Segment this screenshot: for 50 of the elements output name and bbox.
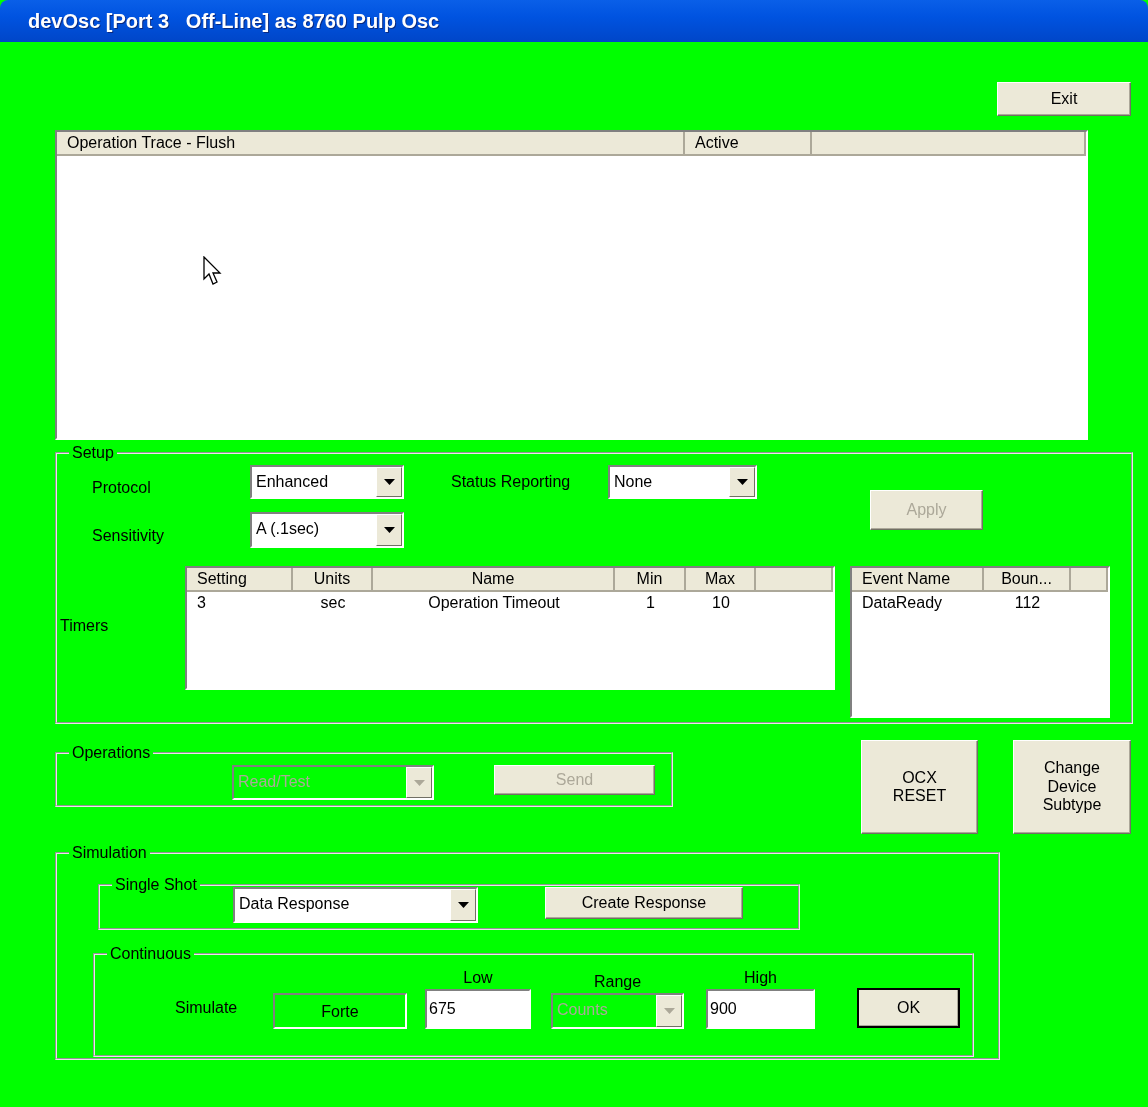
caret-icon bbox=[663, 1008, 675, 1015]
input-field[interactable]: 900 bbox=[706, 989, 815, 1030]
column-header[interactable]: Event Name bbox=[852, 568, 984, 592]
caret-icon bbox=[383, 527, 395, 533]
column-header[interactable]: Units bbox=[293, 568, 373, 592]
caret-icon bbox=[457, 902, 469, 908]
dropdown[interactable]: A (.1sec) bbox=[250, 512, 404, 548]
caret-icon bbox=[383, 479, 395, 485]
column-header[interactable]: Active bbox=[685, 132, 812, 156]
button[interactable]: Create Response bbox=[545, 887, 743, 919]
table-cell: 1 bbox=[646, 594, 655, 611]
table-cell: 10 bbox=[712, 594, 730, 611]
column-header[interactable]: Min bbox=[615, 568, 686, 592]
cursor-icon bbox=[203, 256, 223, 286]
column-header[interactable]: Boun... bbox=[984, 568, 1071, 592]
button[interactable]: Change Device Subtype bbox=[1013, 740, 1131, 834]
field-label: High bbox=[744, 968, 777, 988]
caret-icon bbox=[736, 479, 748, 485]
caret-icon bbox=[413, 779, 425, 786]
group-label: Setup bbox=[69, 443, 117, 463]
table-cell: 3 bbox=[197, 594, 206, 611]
table-cell: 112 bbox=[1014, 594, 1041, 611]
column-header[interactable]: Name bbox=[373, 568, 615, 592]
column-header[interactable]: Operation Trace - Flush bbox=[57, 132, 685, 156]
input-field[interactable]: 675 bbox=[425, 989, 531, 1030]
value-display: Forte bbox=[273, 993, 407, 1030]
column-header[interactable] bbox=[812, 132, 1086, 156]
button[interactable]: Exit bbox=[997, 82, 1131, 116]
field-label: Simulate bbox=[175, 998, 239, 1018]
dropdown[interactable]: Enhanced bbox=[250, 465, 404, 499]
button[interactable]: OCX RESET bbox=[861, 740, 978, 834]
field-label: Status Reporting bbox=[451, 472, 572, 492]
column-header[interactable] bbox=[1071, 568, 1108, 592]
column-header[interactable] bbox=[756, 568, 833, 592]
table-cell: Operation Timeout bbox=[428, 594, 560, 611]
dropdown[interactable]: Data Response bbox=[233, 887, 478, 923]
button[interactable]: OK bbox=[858, 989, 959, 1028]
window-title: devOsc [Port 3 Off-Line] as 8760 Pulp Osc bbox=[28, 9, 440, 33]
column-header[interactable]: Setting bbox=[187, 568, 293, 592]
table-cell: sec bbox=[320, 594, 346, 611]
field-label: Sensitivity bbox=[92, 526, 166, 546]
group-label: Operations bbox=[69, 743, 154, 763]
table-cell: DataReady bbox=[862, 594, 943, 611]
group-label: Single Shot bbox=[112, 875, 200, 895]
field-label: Range bbox=[593, 972, 642, 992]
field-label: Low bbox=[463, 968, 493, 988]
dropdown[interactable]: None bbox=[608, 465, 757, 499]
column-header[interactable]: Max bbox=[686, 568, 756, 592]
field-label: Timers bbox=[60, 616, 110, 636]
field-label: Protocol bbox=[92, 478, 152, 498]
